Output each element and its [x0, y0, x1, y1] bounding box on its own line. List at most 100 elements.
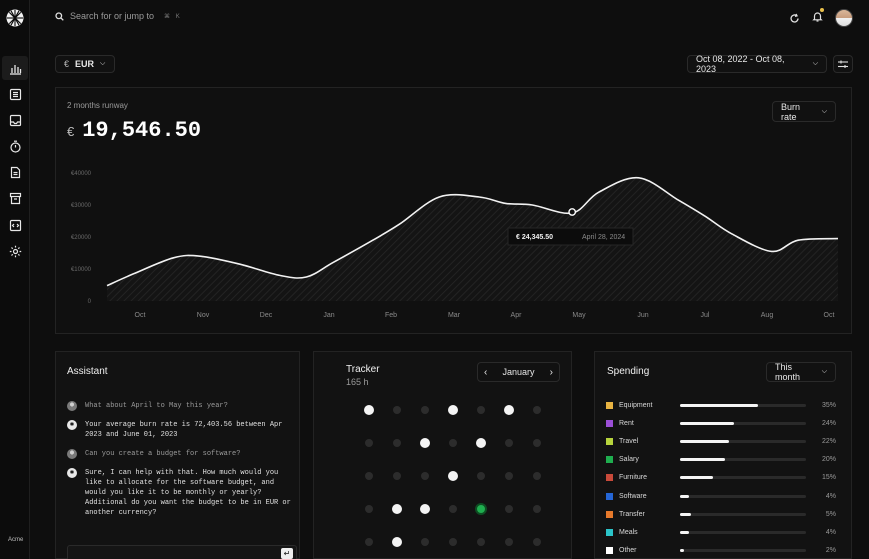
- tracker-day[interactable]: [533, 538, 541, 546]
- tracker-day[interactable]: [505, 505, 513, 513]
- tracker-day[interactable]: [421, 406, 429, 414]
- y-tick-label: 0: [88, 299, 92, 305]
- category-bar-fill: [680, 439, 730, 443]
- spending-row[interactable]: Other 2%: [606, 546, 836, 556]
- spending-row[interactable]: Meals 4%: [606, 527, 836, 537]
- tracker-hours: 165 h: [346, 377, 369, 387]
- category-bar: [680, 458, 806, 462]
- category-percent: 2%: [825, 547, 836, 555]
- category-swatch: [606, 474, 613, 482]
- spending-row[interactable]: Transfer 5%: [606, 509, 836, 519]
- assistant-input[interactable]: ↵: [67, 545, 297, 559]
- spending-row[interactable]: Software 4%: [606, 491, 836, 501]
- tracker-day[interactable]: [505, 472, 513, 480]
- spending-row[interactable]: Salary 20%: [606, 455, 836, 465]
- tracker-day[interactable]: [533, 472, 541, 480]
- tracker-day[interactable]: [392, 504, 402, 514]
- x-tick-label: Mar: [448, 312, 461, 319]
- assistant-title: Assistant: [67, 366, 108, 377]
- assistant-logo-icon: ✱: [67, 420, 77, 430]
- tracker-day[interactable]: [533, 406, 541, 414]
- category-swatch: [606, 528, 613, 536]
- assistant-message: ✱ Your average burn rate is 72,403.56 bet…: [67, 420, 297, 440]
- tracker-day[interactable]: [393, 406, 401, 414]
- x-tick-label: Jun: [637, 312, 648, 319]
- chevron-right-icon[interactable]: ›: [550, 367, 553, 378]
- category-bar-fill: [680, 458, 725, 462]
- user-message: Can you create a budget for software?: [67, 449, 297, 459]
- tracker-day[interactable]: [475, 503, 487, 515]
- tracker-day[interactable]: [449, 505, 457, 513]
- spending-title: Spending: [607, 366, 650, 377]
- tracker-day[interactable]: [448, 471, 458, 481]
- tracker-day[interactable]: [449, 538, 457, 546]
- message-text: Sure, I can help with that. How much wou…: [85, 469, 291, 517]
- month-label: January: [502, 367, 535, 377]
- chart-tooltip: € 24,345.50 April 28, 2024: [507, 227, 634, 246]
- user-message: What about April to May this year?: [67, 401, 297, 411]
- tracker-day[interactable]: [365, 472, 373, 480]
- category-name: Other: [619, 547, 637, 555]
- chevron-down-icon: ⌵: [821, 368, 827, 375]
- category-swatch: [606, 547, 613, 555]
- user-avatar-icon: [67, 449, 77, 459]
- category-bar: [680, 512, 806, 516]
- spending-row[interactable]: Equipment 35%: [606, 400, 836, 410]
- tracker-day[interactable]: [533, 439, 541, 447]
- tracker-day[interactable]: [476, 438, 486, 448]
- category-bar: [680, 403, 806, 407]
- tracker-day[interactable]: [449, 439, 457, 447]
- tracker-day[interactable]: [421, 472, 429, 480]
- tracker-day[interactable]: [504, 405, 514, 415]
- period-select[interactable]: This month ⌵: [766, 362, 836, 382]
- x-tick-label: Jul: [701, 312, 710, 319]
- tracker-day[interactable]: [505, 439, 513, 447]
- tracker-day[interactable]: [421, 538, 429, 546]
- user-avatar-icon: [67, 401, 77, 411]
- y-tick-label: €10000: [71, 267, 92, 273]
- category-bar-fill: [680, 530, 689, 534]
- category-bar-fill: [680, 421, 734, 425]
- tracker-day[interactable]: [420, 438, 430, 448]
- y-tick-label: €20000: [71, 235, 92, 241]
- tooltip-value: € 24,345.50: [516, 234, 553, 241]
- x-tick-label: Dec: [260, 312, 273, 319]
- tracker-grid: [364, 405, 541, 547]
- category-name: Rent: [619, 419, 634, 427]
- footer-label: Acme: [8, 537, 24, 543]
- tracker-day[interactable]: [533, 505, 541, 513]
- tracker-day[interactable]: [364, 405, 374, 415]
- tracker-day[interactable]: [392, 537, 402, 547]
- tracker-day[interactable]: [477, 472, 485, 480]
- tracker-day[interactable]: [365, 505, 373, 513]
- tracker-day[interactable]: [393, 439, 401, 447]
- category-percent: 35%: [821, 401, 836, 409]
- tracker-day[interactable]: [365, 538, 373, 546]
- category-percent: 20%: [821, 456, 836, 464]
- spending-row[interactable]: Furniture 15%: [606, 473, 836, 483]
- category-bar: [680, 530, 806, 534]
- tracker-day[interactable]: [393, 472, 401, 480]
- tracker-day[interactable]: [505, 538, 513, 546]
- chevron-left-icon[interactable]: ‹: [484, 367, 487, 378]
- message-text: What about April to May this year?: [85, 402, 228, 410]
- message-text: Can you create a budget for software?: [85, 450, 241, 458]
- tracker-day[interactable]: [365, 439, 373, 447]
- category-percent: 24%: [821, 419, 836, 427]
- spending-row[interactable]: Rent 24%: [606, 418, 836, 428]
- tracker-day[interactable]: [420, 504, 430, 514]
- y-tick-label: €30000: [71, 203, 92, 209]
- category-swatch: [606, 492, 613, 500]
- spending-row[interactable]: Travel 22%: [606, 436, 836, 446]
- category-bar: [680, 549, 806, 553]
- tracker-day[interactable]: [477, 538, 485, 546]
- assistant-logo-icon: ✱: [67, 468, 77, 478]
- category-swatch: [606, 401, 613, 409]
- chart-hover-point[interactable]: [568, 208, 577, 216]
- x-tick-label: Aug: [761, 312, 774, 319]
- x-tick-label: Jan: [323, 312, 334, 319]
- tracker-day[interactable]: [448, 405, 458, 415]
- category-name: Salary: [619, 456, 639, 464]
- tracker-day[interactable]: [477, 406, 485, 414]
- enter-icon[interactable]: ↵: [281, 548, 293, 559]
